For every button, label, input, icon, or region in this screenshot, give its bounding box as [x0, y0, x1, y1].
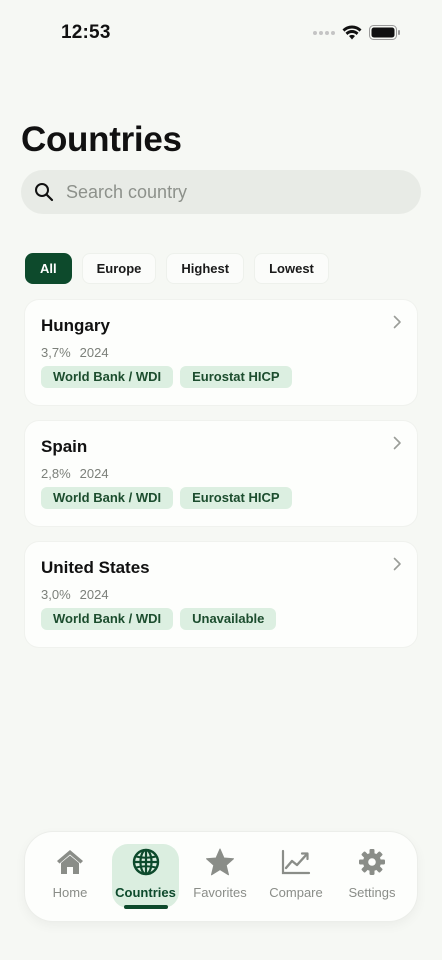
- tab-label: Settings: [348, 885, 396, 900]
- source-tag: World Bank / WDI: [41, 487, 174, 509]
- source-tag: Eurostat HICP: [180, 366, 292, 388]
- inflation-rate: 2,8%: [41, 466, 71, 481]
- filter-chips: All Europe Highest Lowest: [25, 253, 329, 284]
- tab-compare[interactable]: Compare: [263, 844, 329, 908]
- tab-label: Countries: [115, 885, 176, 900]
- source-tags: World Bank / WDI Eurostat HICP: [41, 487, 292, 509]
- country-card-spain[interactable]: Spain 2,8% 2024 World Bank / WDI Eurosta…: [25, 421, 417, 526]
- tab-label: Compare: [269, 885, 323, 900]
- gear-icon: [356, 847, 388, 877]
- filter-europe[interactable]: Europe: [81, 253, 157, 284]
- battery-icon: [369, 25, 400, 40]
- country-name: United States: [41, 558, 150, 577]
- country-card-hungary[interactable]: Hungary 3,7% 2024 World Bank / WDI Euros…: [25, 300, 417, 405]
- source-tags: World Bank / WDI Unavailable: [41, 608, 277, 630]
- source-tag: Unavailable: [180, 608, 277, 630]
- active-tab-indicator: [124, 905, 168, 909]
- wifi-icon: [342, 25, 362, 40]
- house-icon: [54, 847, 86, 877]
- tab-settings[interactable]: Settings: [339, 844, 405, 908]
- search-icon: [35, 183, 54, 202]
- inflation-rate: 3,0%: [41, 587, 71, 602]
- page-title: Countries: [21, 120, 182, 159]
- country-name: Hungary: [41, 316, 110, 335]
- country-meta: 2,8% 2024: [41, 466, 109, 481]
- chevron-right-icon: [393, 557, 401, 571]
- status-bar: 12:53: [0, 0, 442, 66]
- data-year: 2024: [79, 345, 109, 360]
- globe-icon: [130, 847, 162, 877]
- country-card-united-states[interactable]: United States 3,0% 2024 World Bank / WDI…: [25, 542, 417, 647]
- filter-highest[interactable]: Highest: [166, 253, 245, 284]
- source-tags: World Bank / WDI Eurostat HICP: [41, 366, 292, 388]
- filter-all[interactable]: All: [25, 253, 72, 284]
- data-year: 2024: [79, 587, 109, 602]
- chevron-right-icon: [393, 436, 401, 450]
- chevron-right-icon: [393, 315, 401, 329]
- country-meta: 3,7% 2024: [41, 345, 109, 360]
- chart-line-icon: [280, 847, 312, 877]
- status-time: 12:53: [61, 22, 111, 43]
- cellular-signal-icon: [313, 31, 335, 35]
- country-meta: 3,0% 2024: [41, 587, 109, 602]
- search-bar[interactable]: [21, 170, 421, 214]
- source-tag: World Bank / WDI: [41, 608, 174, 630]
- tab-favorites[interactable]: Favorites: [187, 844, 253, 908]
- tab-label: Favorites: [193, 885, 247, 900]
- tab-bar: Home Countries Favorites Compare Setting…: [25, 832, 417, 921]
- country-name: Spain: [41, 437, 88, 456]
- star-icon: [204, 847, 236, 877]
- source-tag: Eurostat HICP: [180, 487, 292, 509]
- inflation-rate: 3,7%: [41, 345, 71, 360]
- data-year: 2024: [79, 466, 109, 481]
- search-input[interactable]: [66, 181, 386, 203]
- filter-lowest[interactable]: Lowest: [254, 253, 329, 284]
- tab-home[interactable]: Home: [37, 844, 103, 908]
- tab-countries[interactable]: Countries: [112, 844, 179, 909]
- tab-label: Home: [52, 885, 88, 900]
- source-tag: World Bank / WDI: [41, 366, 174, 388]
